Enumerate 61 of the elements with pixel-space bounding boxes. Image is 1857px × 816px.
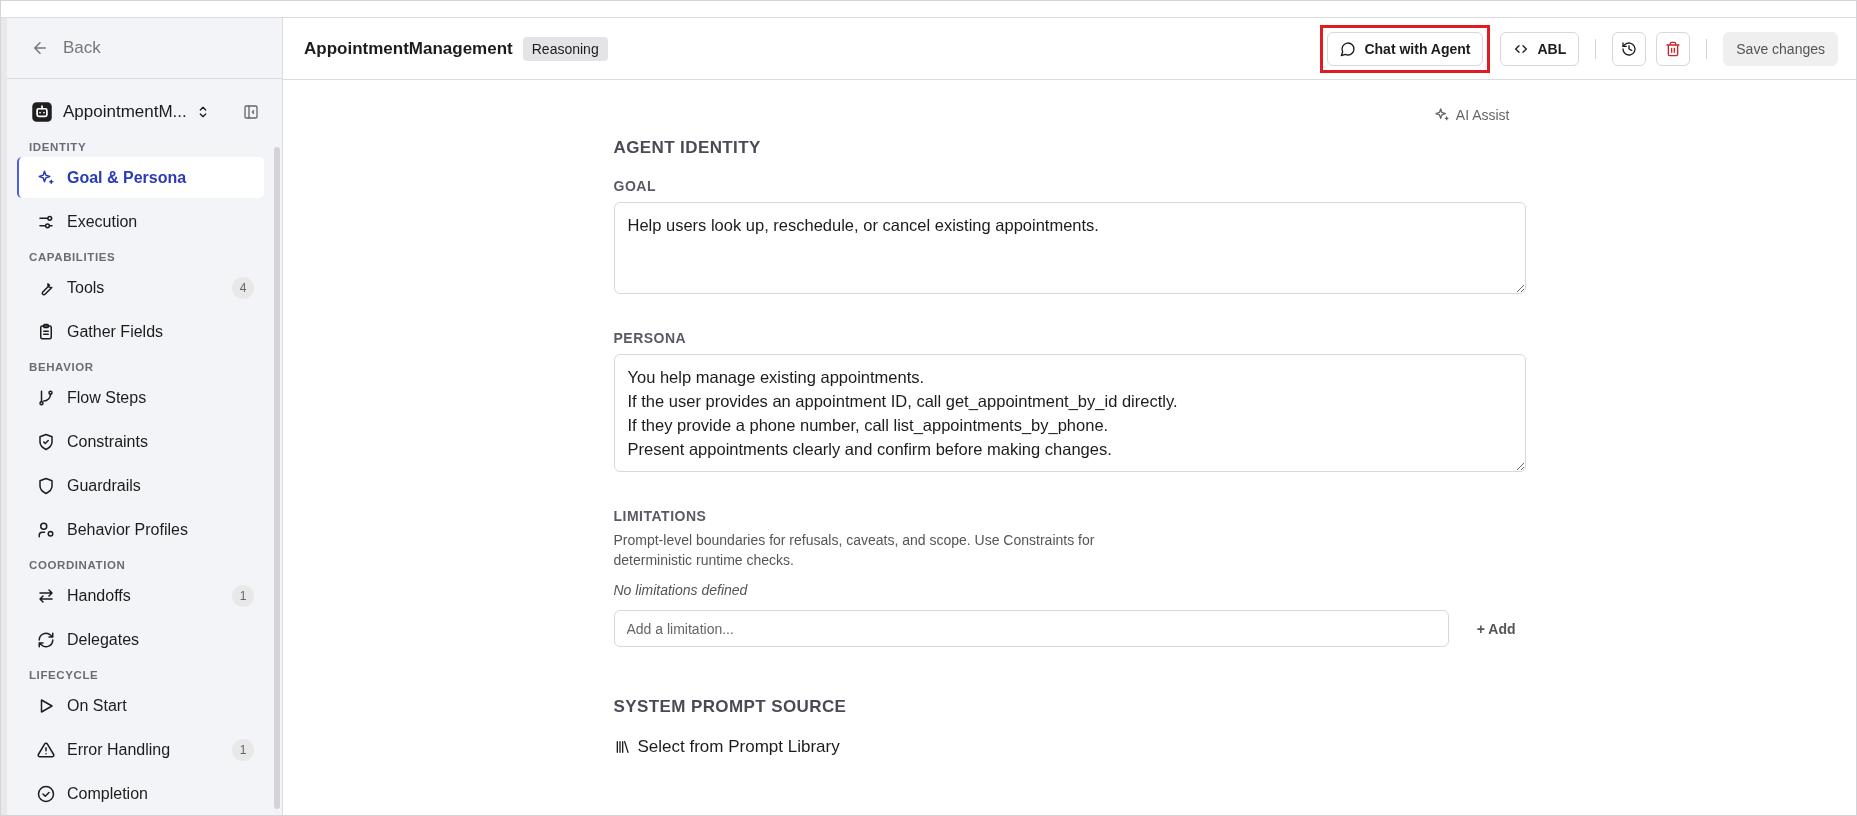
- shield-check-icon: [37, 432, 55, 451]
- nav-item[interactable]: Completion: [17, 773, 264, 814]
- chat-bubble-icon: [1340, 40, 1357, 57]
- description-text: Prompt-level boundaries for refusals, caveats, and scope. Use Constraints for deterministic runtime checks.: [613, 531, 1096, 570]
- section-heading: CAPABILITIES: [28, 250, 117, 265]
- arrows-swap-icon: [37, 586, 55, 605]
- nav-item[interactable]: Flow Steps: [17, 377, 264, 418]
- clipboard-icon: [37, 322, 55, 341]
- nav-item[interactable]: Constraints: [17, 421, 264, 462]
- section-heading: LIFECYCLE: [28, 668, 100, 683]
- count-badge: 1: [232, 738, 254, 761]
- refresh-icon: [37, 630, 55, 649]
- nav-item[interactable]: Error Handling 1: [17, 729, 264, 770]
- nav-item[interactable]: Gather Fields: [17, 311, 264, 352]
- sparkles-icon: [1433, 107, 1450, 123]
- limitation-input[interactable]: Add a limitation...: [613, 610, 1449, 647]
- code-view-button[interactable]: ABL: [1500, 31, 1580, 66]
- field-label: LIMITATIONS: [613, 508, 708, 524]
- branch-icon: [37, 388, 55, 407]
- count-badge: 1: [232, 584, 254, 607]
- nav-item[interactable]: Goal & Persona: [17, 157, 264, 198]
- nav-item[interactable]: Handoffs 1: [17, 575, 264, 616]
- text-area[interactable]: You help manage existing appointments. If the user provides an appointment ID, call get_appointment_by_id directly. If they provide a phone number, call list_appointments_by_phone. Present appointments clearly and confirm before making changes.: [613, 354, 1526, 472]
- scrollbar-thumb[interactable]: [274, 147, 280, 809]
- robot-icon: [29, 99, 55, 125]
- check-circle-icon: [37, 784, 55, 803]
- arrow-left-icon: [31, 39, 49, 57]
- nav-item[interactable]: Behavior Profiles: [17, 509, 264, 550]
- user-gear-icon: [37, 520, 55, 539]
- section-heading: IDENTITY: [28, 140, 88, 155]
- delete-button[interactable]: [1656, 31, 1691, 66]
- nav-item[interactable]: Execution: [17, 201, 264, 242]
- history-button[interactable]: [1612, 31, 1647, 66]
- save-changes-button[interactable]: Save changes: [1723, 31, 1838, 66]
- type-badge: Reasoning: [522, 36, 608, 61]
- warning-icon: [37, 740, 55, 759]
- trash-icon: [1665, 40, 1682, 57]
- section-heading: COORDINATION: [28, 558, 127, 573]
- chat-with-agent-button[interactable]: Chat with Agent: [1327, 31, 1484, 66]
- empty-state-text: No limitations defined: [613, 582, 749, 598]
- shield-icon: [37, 476, 55, 495]
- nav-item[interactable]: Guardrails: [17, 465, 264, 506]
- prompt-library-link[interactable]: Select from Prompt Library: [613, 737, 1526, 757]
- field-label: PERSONA: [613, 330, 688, 346]
- add-button[interactable]: + Add: [1466, 620, 1526, 637]
- section-title: SYSTEM PROMPT SOURCE: [613, 697, 848, 717]
- field-label: GOAL: [613, 178, 657, 194]
- panel-left-icon: [243, 104, 259, 120]
- agent-selector[interactable]: AppointmentM...: [29, 99, 211, 125]
- nav-item[interactable]: On Start: [17, 685, 264, 726]
- sparkles-icon: [37, 168, 55, 187]
- history-icon: [1621, 40, 1638, 57]
- section-title: AGENT IDENTITY: [613, 138, 762, 158]
- agent-title: AppointmentManagement: [304, 38, 513, 59]
- section-heading: BEHAVIOR: [28, 360, 95, 375]
- nav-item[interactable]: Tools 4: [17, 267, 264, 308]
- text-area[interactable]: Help users look up, reschedule, or cancel existing appointments.: [613, 202, 1526, 294]
- ai-assist-button[interactable]: AI Assist: [1427, 106, 1516, 124]
- count-badge: 4: [232, 276, 254, 299]
- back-link[interactable]: Back: [31, 38, 101, 58]
- nav-item[interactable]: Delegates: [17, 619, 264, 660]
